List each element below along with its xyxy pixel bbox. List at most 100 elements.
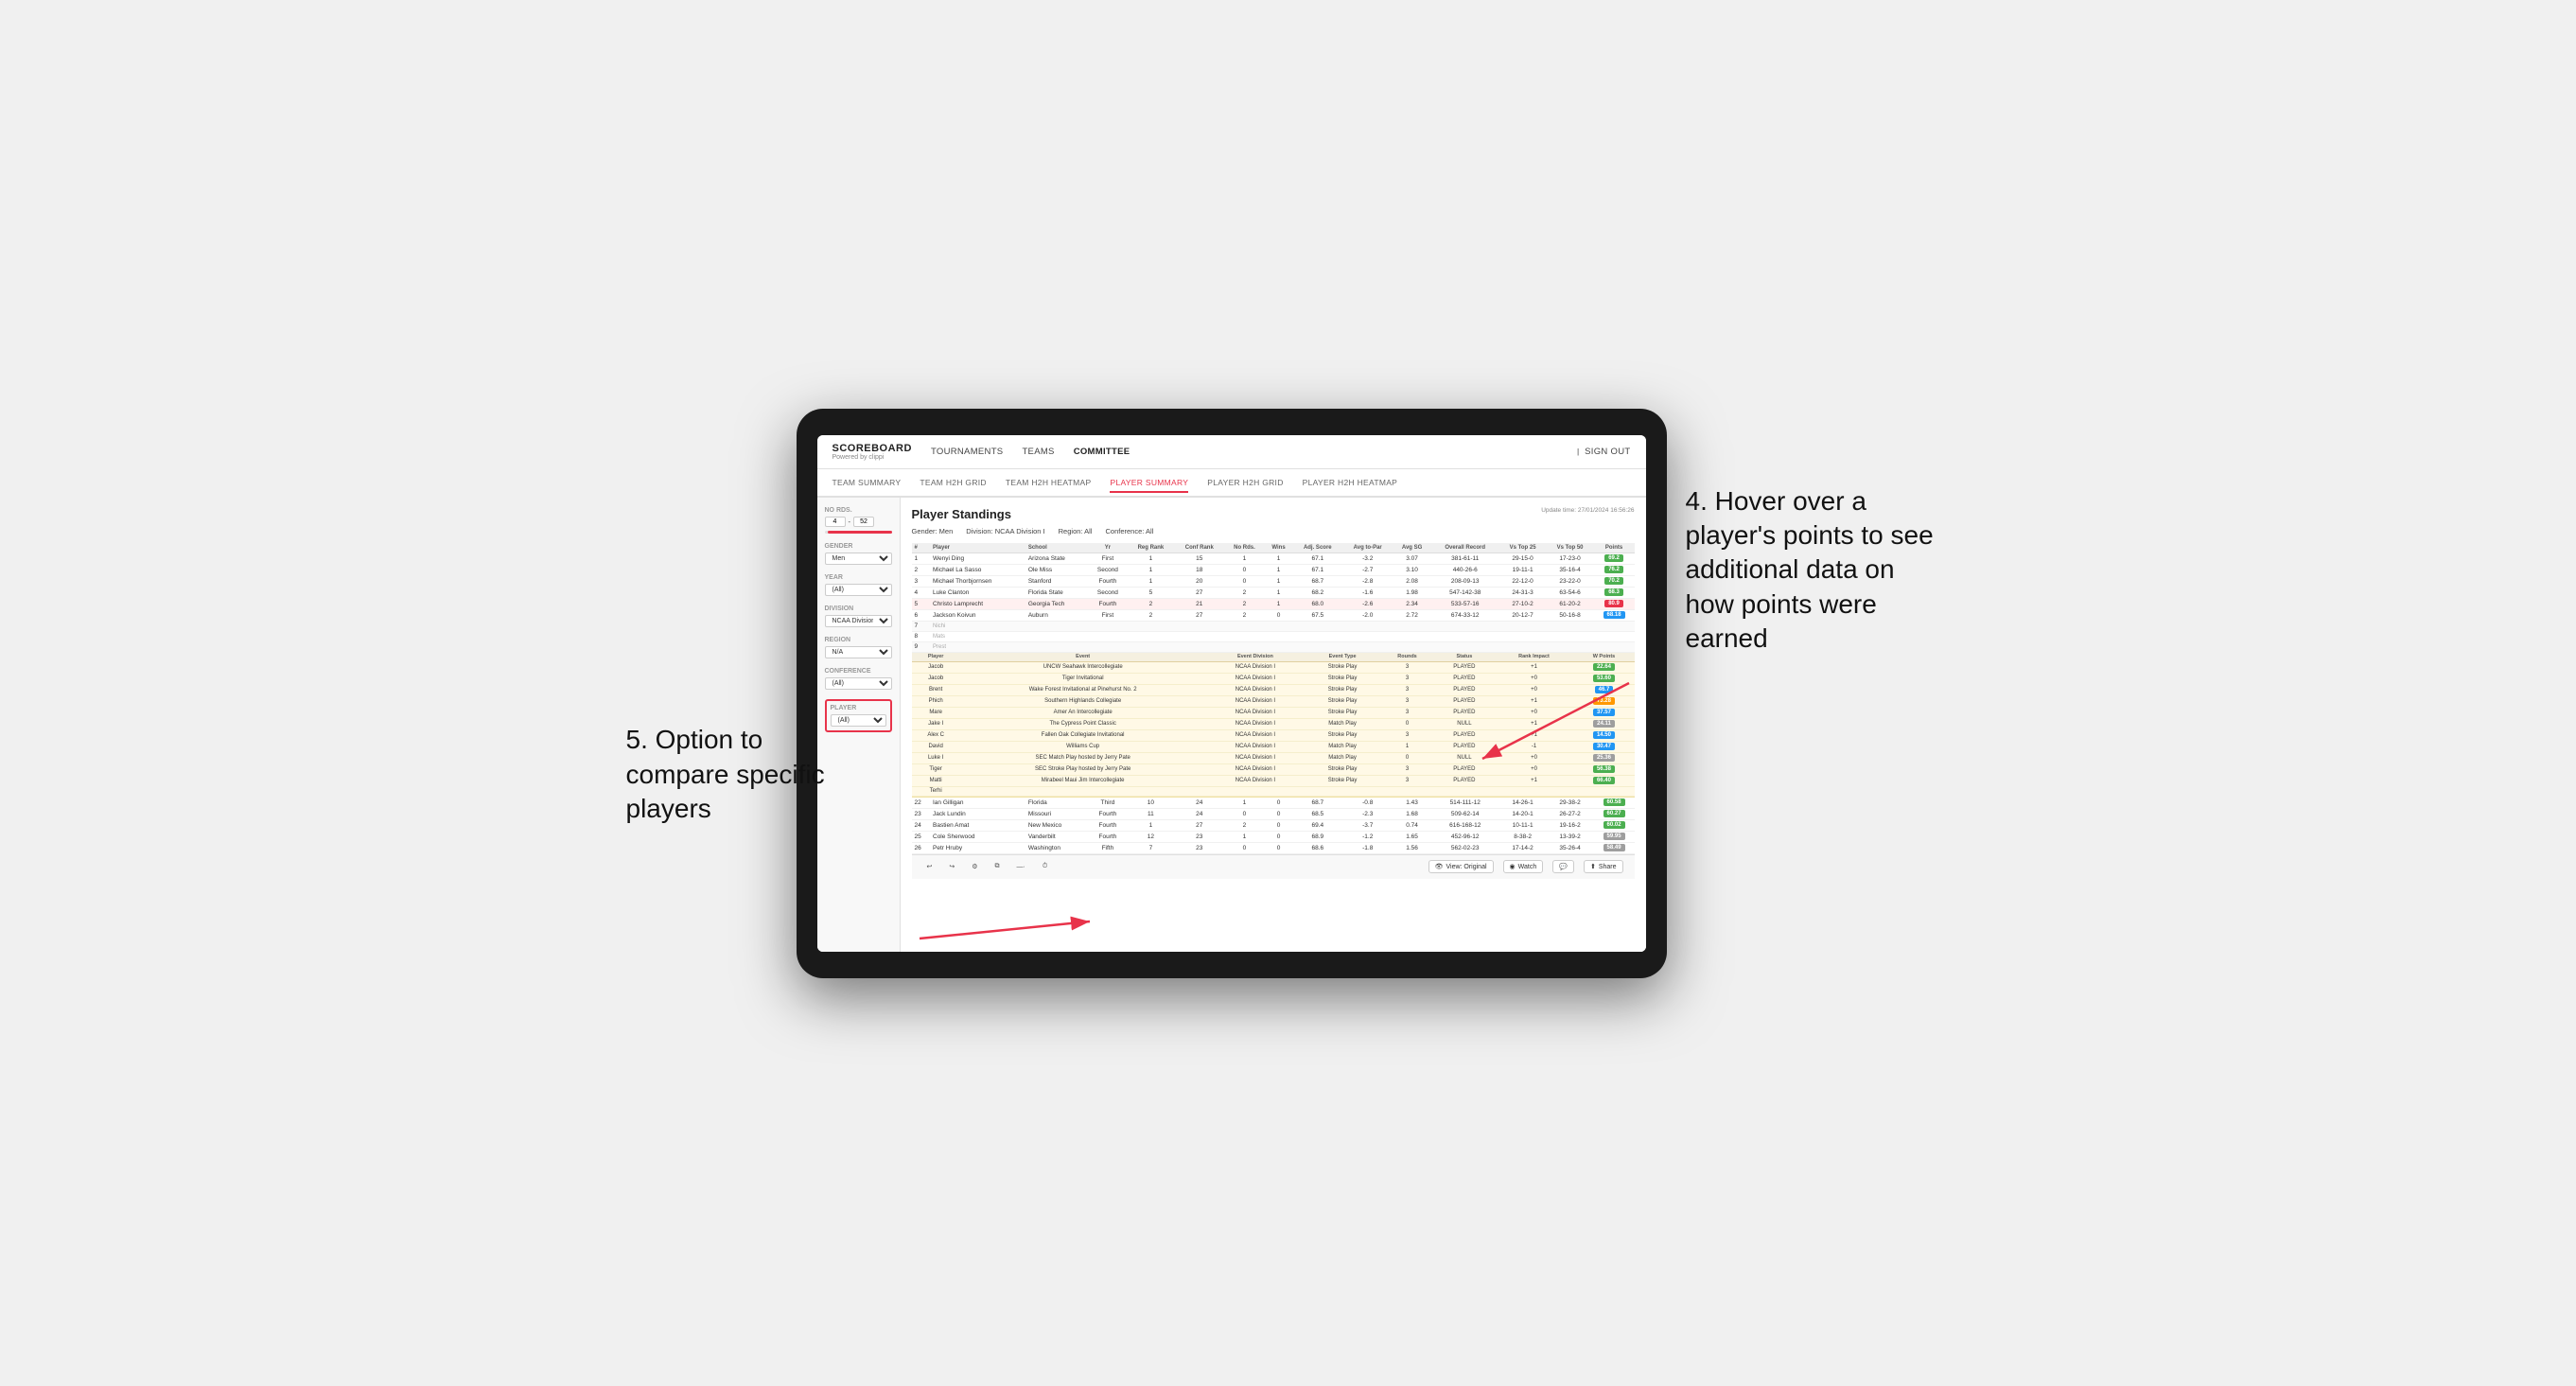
inner-table-row: Terhi [912, 786, 1635, 796]
inner-badge[interactable]: 37.57 [1593, 709, 1615, 716]
inner-badge[interactable]: 46.7 [1595, 686, 1614, 693]
logo-subtitle: Powered by clippi [832, 454, 912, 461]
slider-track [825, 531, 892, 534]
table-row: 26 Petr Hruby Washington Fifth 7 23 0 0 … [912, 842, 1635, 853]
inner-table-row: PhichSouthern Highlands CollegiateNCAA D… [912, 695, 1635, 707]
tablet-screen: SCOREBOARD Powered by clippi TOURNAMENTS… [817, 435, 1646, 952]
points-badge-6[interactable]: 68.18 [1603, 611, 1625, 619]
nav-tournaments[interactable]: TOURNAMENTS [931, 445, 1004, 459]
sub-nav-team-summary[interactable]: TEAM SUMMARY [832, 474, 902, 491]
copy-btn[interactable]: ⧉ [991, 861, 1004, 872]
sidebar-year: Year (All) [825, 574, 892, 596]
year-select[interactable]: (All) [825, 584, 892, 596]
nav-right: | Sign out [1577, 445, 1631, 459]
bottom-toolbar: ↩ ↪ ⚙ ⧉ —· ⏱ 👁 View: Original ◉ [912, 854, 1635, 879]
inner-col-player: Player [912, 653, 960, 662]
vs25-1: 29-15-0 [1499, 553, 1547, 564]
watch-label: Watch [1518, 864, 1537, 870]
table-row: 6 Jackson Koivun Auburn First 2 27 2 0 6… [912, 609, 1635, 621]
col-wins: Wins [1265, 543, 1293, 553]
table-row: 4 Luke Clanton Florida State Second 5 27… [912, 587, 1635, 598]
school-1: Arizona State [1025, 553, 1088, 564]
region-select[interactable]: N/A All [825, 646, 892, 658]
table-row: 25 Cole Sherwood Vanderbilt Fourth 12 23… [912, 831, 1635, 842]
points-badge-1[interactable]: 69.2 [1604, 554, 1623, 562]
table-row: 8 Mats [912, 631, 1635, 641]
inner-table: Player Event Event Division Event Type R… [912, 653, 1635, 797]
dash-btn[interactable]: —· [1013, 862, 1029, 872]
inner-badge[interactable]: 22.64 [1593, 663, 1615, 671]
no-rds-to-input[interactable] [853, 517, 874, 527]
watch-icon: ◉ [1510, 863, 1516, 870]
inner-badge[interactable]: 25.36 [1593, 754, 1615, 762]
vs50-1: 17-23-0 [1547, 553, 1594, 564]
inner-badge[interactable]: 14.50 [1593, 731, 1615, 739]
inner-col-rank: Rank Impact [1495, 653, 1574, 662]
update-time: Update time: 27/01/2024 16:56:26 [1541, 507, 1634, 514]
undo-btn[interactable]: ↩ [923, 861, 937, 872]
inner-badge[interactable]: 30.47 [1593, 743, 1615, 750]
conference-select[interactable]: (All) [825, 677, 892, 690]
points-badge-25[interactable]: 59.95 [1603, 833, 1625, 840]
filter-division: Division: NCAA Division I [966, 527, 1044, 535]
nav-teams[interactable]: TEAMS [1022, 445, 1054, 459]
division-select[interactable]: NCAA Division I [825, 615, 892, 627]
share-btn[interactable]: ⬆ Share [1584, 860, 1623, 873]
clock-btn[interactable]: ⏱ [1039, 861, 1051, 872]
points-badge-2[interactable]: 76.2 [1604, 566, 1623, 573]
inner-col-wpoints: W Points [1573, 653, 1634, 662]
adj-score-1: 67.1 [1292, 553, 1342, 564]
col-yr: Yr [1088, 543, 1127, 553]
comment-btn[interactable]: 💬 [1552, 860, 1574, 873]
redo-btn[interactable]: ↪ [945, 861, 958, 872]
settings-btn[interactable]: ⚙ [968, 861, 981, 872]
inner-badge[interactable]: 24.11 [1593, 720, 1615, 728]
sub-nav-player-h2h-heatmap[interactable]: PLAYER H2H HEATMAP [1303, 474, 1398, 491]
points-badge-23[interactable]: 60.27 [1603, 810, 1625, 817]
inner-table-row: Alex CFallen Oak Collegiate Invitational… [912, 729, 1635, 741]
filter-region: Region: All [1059, 527, 1093, 535]
points-badge-24[interactable]: 60.02 [1603, 821, 1625, 829]
no-rds-from-input[interactable] [825, 517, 846, 527]
inner-table-row: JacobTiger InvitationalNCAA Division ISt… [912, 673, 1635, 684]
col-no-rds: No Rds. [1224, 543, 1264, 553]
nav-links: TOURNAMENTS TEAMS COMMITTEE [931, 445, 1577, 459]
sub-nav-team-h2h-grid[interactable]: TEAM H2H GRID [920, 474, 987, 491]
sign-out-link[interactable]: Sign out [1585, 445, 1630, 459]
points-badge-5[interactable]: 80.9 [1604, 600, 1623, 607]
share-icon: ⬆ [1590, 863, 1596, 870]
points-badge-4[interactable]: 68.3 [1604, 588, 1623, 596]
points-badge-26[interactable]: 58.49 [1603, 844, 1625, 851]
top-nav: SCOREBOARD Powered by clippi TOURNAMENTS… [817, 435, 1646, 469]
inner-badge[interactable]: 66.40 [1593, 777, 1615, 784]
content-area: Player Standings Update time: 27/01/2024… [901, 498, 1646, 952]
inner-badge[interactable]: 73.28 [1593, 697, 1615, 705]
points-badge-3[interactable]: 70.2 [1604, 577, 1623, 585]
table-row: 7 Nichi [912, 621, 1635, 631]
year-label: Year [825, 574, 892, 581]
inner-table-row: JacobUNCW Seahawk IntercollegiateNCAA Di… [912, 661, 1635, 673]
sub-nav: TEAM SUMMARY TEAM H2H GRID TEAM H2H HEAT… [817, 469, 1646, 498]
nav-committee[interactable]: COMMITTEE [1074, 445, 1130, 459]
inner-badge[interactable]: 53.60 [1593, 675, 1615, 682]
points-1[interactable]: 69.2 [1594, 553, 1635, 564]
slider-area [825, 531, 892, 534]
view-original-label: View: Original [1446, 864, 1486, 870]
watch-btn[interactable]: ◉ Watch [1503, 860, 1544, 873]
table-row: 2 Michael La Sasso Ole Miss Second 1 18 … [912, 564, 1635, 575]
inner-badge[interactable]: 56.38 [1593, 765, 1615, 773]
sub-nav-team-h2h-heatmap[interactable]: TEAM H2H HEATMAP [1006, 474, 1092, 491]
view-original-btn[interactable]: 👁 View: Original [1428, 860, 1494, 873]
sub-nav-player-h2h-grid[interactable]: PLAYER H2H GRID [1207, 474, 1283, 491]
conference-label: Conference [825, 668, 892, 675]
sub-nav-player-summary[interactable]: PLAYER SUMMARY [1110, 474, 1188, 493]
gender-select[interactable]: Men Women [825, 553, 892, 565]
sidebar-gender: Gender Men Women [825, 543, 892, 565]
main-content: No Rds. - Gender [817, 498, 1646, 952]
filters-row: Gender: Men Division: NCAA Division I Re… [912, 527, 1635, 535]
sidebar-conference: Conference (All) [825, 668, 892, 690]
sidebar-division: Division NCAA Division I [825, 605, 892, 627]
table-row: 24 Bastien Amat New Mexico Fourth 1 27 2… [912, 819, 1635, 831]
inner-table-row: MareAmer An IntercollegiateNCAA Division… [912, 707, 1635, 718]
points-badge-22[interactable]: 60.58 [1603, 798, 1625, 806]
